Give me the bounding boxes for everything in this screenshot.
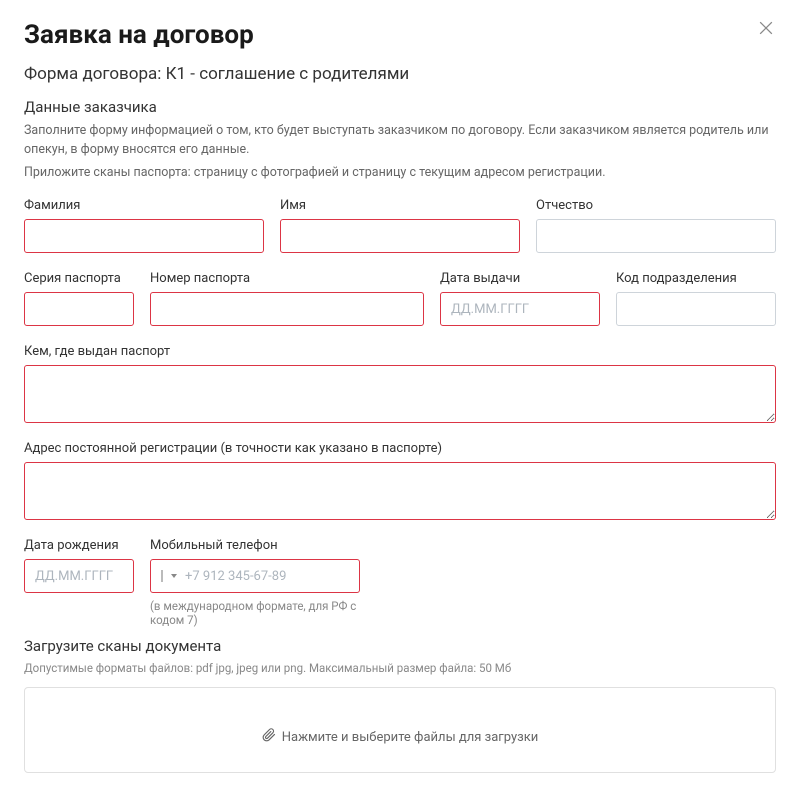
paperclip-icon	[262, 728, 276, 746]
firstname-label: Имя	[280, 198, 520, 213]
issue-date-input[interactable]	[440, 292, 600, 326]
issued-by-textarea[interactable]	[24, 365, 776, 423]
phone-label: Мобильный телефон	[150, 538, 360, 553]
upload-section-title: Загрузите сканы документа	[24, 637, 776, 655]
issued-by-label: Кем, где выдан паспорт	[24, 344, 776, 359]
customer-section-title: Данные заказчика	[24, 98, 776, 116]
lastname-label: Фамилия	[24, 198, 264, 213]
contract-form-subtitle: Форма договора: К1 - соглашение с родите…	[24, 64, 776, 84]
firstname-input[interactable]	[280, 219, 520, 253]
passport-series-label: Серия паспорта	[24, 271, 134, 286]
phone-hint: (в международном формате, для РФ с кодом…	[150, 599, 360, 627]
reg-address-textarea[interactable]	[24, 462, 776, 520]
chevron-down-icon	[171, 574, 177, 578]
birthdate-input[interactable]	[24, 559, 134, 593]
patronymic-label: Отчество	[536, 198, 776, 213]
passport-number-label: Номер паспорта	[150, 271, 424, 286]
reg-address-label: Адрес постоянной регистрации (в точности…	[24, 441, 776, 456]
close-icon[interactable]	[756, 18, 776, 42]
passport-series-input[interactable]	[24, 292, 134, 326]
lastname-input[interactable]	[24, 219, 264, 253]
flag-ru-icon	[161, 570, 163, 582]
phone-input[interactable]	[185, 569, 351, 584]
dropzone-text: Нажмите и выберите файлы для загрузки	[282, 730, 539, 745]
dept-code-label: Код подразделения	[616, 271, 776, 286]
customer-desc-1: Заполните форму информацией о том, кто б…	[24, 122, 776, 160]
file-dropzone[interactable]: Нажмите и выберите файлы для загрузки	[24, 687, 776, 773]
issue-date-label: Дата выдачи	[440, 271, 600, 286]
phone-input-wrapper[interactable]	[150, 559, 360, 593]
dept-code-input[interactable]	[616, 292, 776, 326]
customer-desc-2: Приложите сканы паспорта: страницу с фот…	[24, 164, 776, 183]
passport-number-input[interactable]	[150, 292, 424, 326]
page-title: Заявка на договор	[24, 20, 776, 50]
birthdate-label: Дата рождения	[24, 538, 134, 553]
upload-formats-hint: Допустимые форматы файлов: pdf jpg, jpeg…	[24, 661, 776, 675]
patronymic-input[interactable]	[536, 219, 776, 253]
